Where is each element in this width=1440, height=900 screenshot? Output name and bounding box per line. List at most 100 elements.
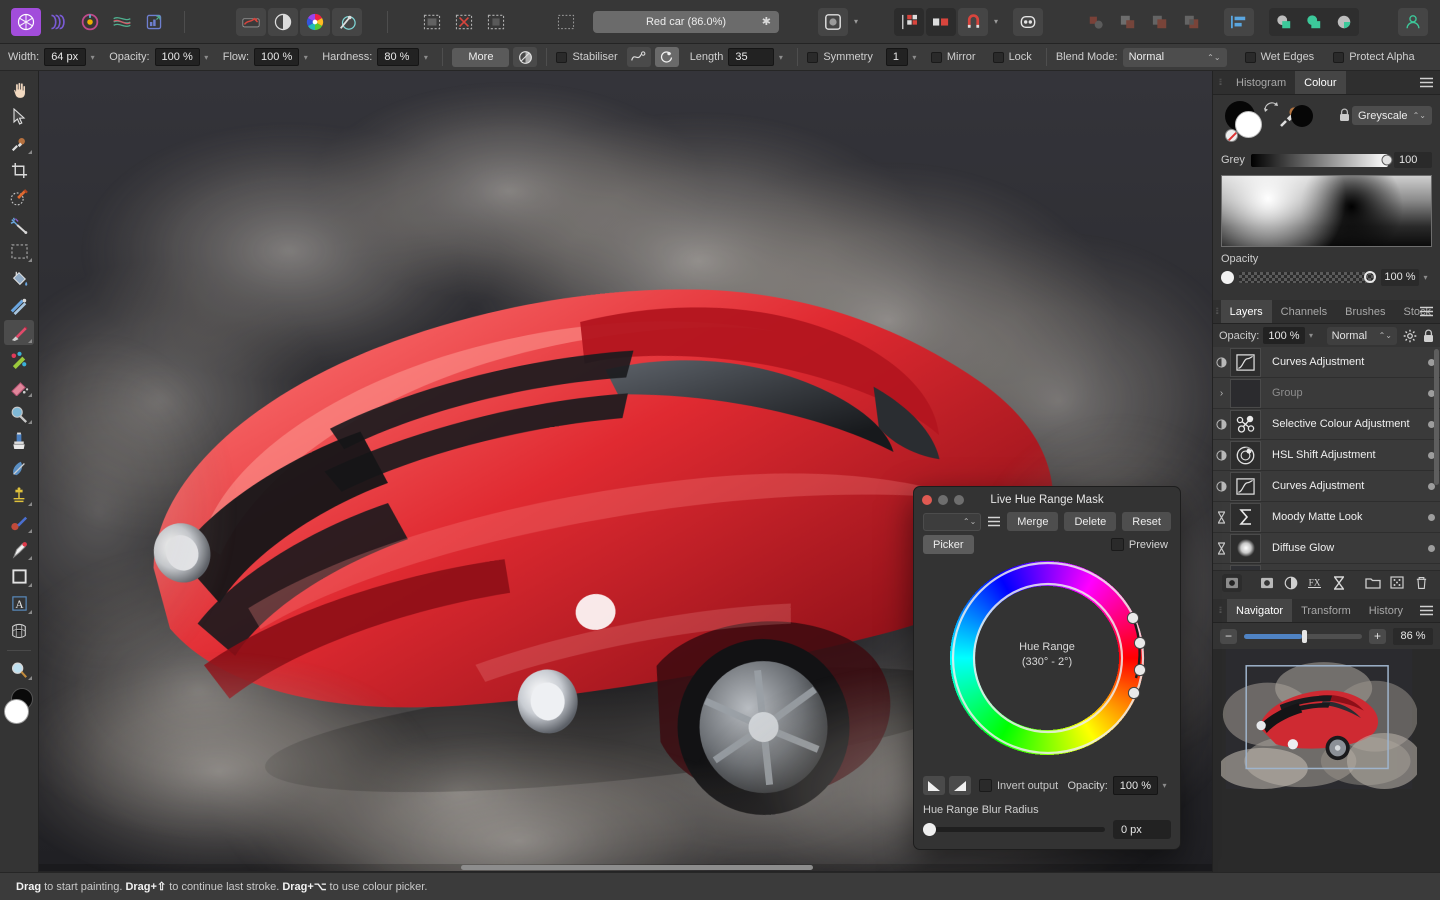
paint-brush-tool[interactable] <box>4 320 34 345</box>
ramp-up-icon[interactable] <box>949 776 971 795</box>
more-button[interactable]: More <box>452 47 510 67</box>
zoom-tool[interactable] <box>4 657 34 682</box>
gear-icon[interactable] <box>1403 329 1417 343</box>
delete-button[interactable]: Delete <box>1064 512 1117 531</box>
length-chevron-down-icon[interactable]: ▾ <box>774 48 787 66</box>
tab-colour[interactable]: Colour <box>1295 71 1346 94</box>
window-stabiliser-icon[interactable] <box>654 47 679 67</box>
boolean-subtract-icon[interactable] <box>1113 8 1143 36</box>
deselect-icon[interactable] <box>449 8 479 36</box>
arrange-front-icon[interactable] <box>894 7 924 36</box>
layer-row[interactable]: HSL Shift Adjustment <box>1213 440 1440 471</box>
colour-gradient-field[interactable] <box>1221 175 1432 247</box>
reset-button[interactable]: Reset <box>1122 512 1171 531</box>
foreground-background-colour-swatches[interactable] <box>2 688 36 728</box>
colour-picker-tool[interactable] <box>4 131 34 156</box>
liquify-persona-icon[interactable] <box>43 8 73 36</box>
flood-select-tool[interactable] <box>4 212 34 237</box>
layer-row[interactable]: Selective Colour Adjustment <box>1213 409 1440 440</box>
arrange-rotate-icon[interactable] <box>1329 8 1359 36</box>
flow-chevron-down-icon[interactable]: ▾ <box>299 48 312 66</box>
secondary-colour-swatch[interactable] <box>1291 105 1313 127</box>
new-group-button[interactable] <box>1363 574 1383 592</box>
affinity-photo-logo-icon[interactable] <box>11 7 41 36</box>
layer-type-icon[interactable] <box>1213 449 1230 461</box>
zoom-in-button[interactable]: + <box>1369 628 1386 644</box>
colour-opacity-knob[interactable] <box>1364 270 1376 283</box>
colour-foreground-swatch[interactable] <box>1235 111 1262 138</box>
colour-model-select[interactable]: Greyscale ⌃⌄ <box>1352 106 1432 125</box>
ramp-down-icon[interactable] <box>923 776 945 795</box>
navigator-panel-menu-icon[interactable] <box>1419 599 1434 622</box>
lock-icon[interactable] <box>1339 108 1350 122</box>
tab-history[interactable]: History <box>1360 599 1412 622</box>
fx-button[interactable]: FX <box>1305 574 1325 592</box>
dialog-opacity-chevron-down-icon[interactable]: ▾ <box>1158 777 1171 795</box>
layers-blend-mode-select[interactable]: Normal ⌃⌄ <box>1326 326 1397 345</box>
no-colour-swatch[interactable] <box>1225 129 1238 142</box>
grey-channel-slider[interactable] <box>1251 153 1393 167</box>
colour-replacement-brush-tool[interactable] <box>4 347 34 372</box>
crop-tool[interactable] <box>4 158 34 183</box>
layer-type-icon[interactable] <box>1213 418 1230 430</box>
grey-channel-value[interactable]: 100 <box>1394 152 1432 168</box>
snapping-chevron-down-icon[interactable]: ▾ <box>849 9 863 35</box>
colour-opacity-value[interactable]: 100 % <box>1381 268 1419 286</box>
layer-row[interactable]: ›Group <box>1213 564 1440 570</box>
gradient-tool[interactable] <box>4 293 34 318</box>
flow-input[interactable]: 100 % <box>254 48 300 66</box>
layer-type-icon[interactable] <box>1213 356 1230 368</box>
layer-row[interactable]: Diffuse Glow <box>1213 533 1440 564</box>
tab-brushes[interactable]: Brushes <box>1336 300 1394 323</box>
tab-transform[interactable]: Transform <box>1292 599 1360 622</box>
preview-checkbox[interactable] <box>1110 538 1124 551</box>
layer-row[interactable]: Curves Adjustment <box>1213 347 1440 378</box>
erase-brush-tool[interactable] <box>4 374 34 399</box>
live-hue-range-mask-dialog[interactable]: Live Hue Range Mask ⌃⌄ Merge Delete Rese… <box>913 486 1181 850</box>
flood-fill-tool[interactable] <box>4 266 34 291</box>
magnet-icon[interactable] <box>958 7 988 36</box>
selection-brush-tool[interactable] <box>4 185 34 210</box>
panel-grip-icon[interactable]: ⦙⦙ <box>1213 71 1227 94</box>
layer-type-icon[interactable]: › <box>1213 388 1230 399</box>
align-icon[interactable] <box>1224 7 1254 36</box>
artistic-text-tool[interactable]: A <box>4 591 34 616</box>
invert-output-checkbox[interactable] <box>979 779 992 792</box>
pixel-selection-icon[interactable] <box>417 8 447 36</box>
arrange-bring-front-icon[interactable] <box>1269 8 1299 36</box>
opacity-chevron-down-icon[interactable]: ▾ <box>200 48 213 66</box>
layer-visibility-toggle[interactable] <box>1422 544 1440 552</box>
colour-opacity-slider[interactable] <box>1239 270 1376 283</box>
boolean-add-icon[interactable] <box>1081 8 1111 36</box>
hue-range-blur-value[interactable]: 0 px <box>1113 820 1171 839</box>
layer-type-icon[interactable] <box>1213 541 1230 555</box>
length-input[interactable]: 35 <box>728 48 775 66</box>
move-tool[interactable] <box>4 104 34 129</box>
layers-opacity-input[interactable]: 100 % <box>1263 327 1305 344</box>
view-tool[interactable] <box>4 77 34 102</box>
arrange-send-back-icon[interactable] <box>1299 8 1329 36</box>
rope-stabiliser-icon[interactable] <box>626 47 651 67</box>
inpainting-brush-tool[interactable] <box>4 455 34 480</box>
zoom-slider[interactable] <box>1244 629 1362 643</box>
tab-navigator[interactable]: Navigator <box>1227 599 1293 622</box>
symmetry-count-input[interactable]: 1 <box>885 48 908 66</box>
preset-select[interactable]: ⌃⌄ <box>923 512 982 531</box>
layer-type-icon[interactable] <box>1213 480 1230 492</box>
smudge-brush-tool[interactable] <box>4 483 34 508</box>
tab-layers[interactable]: Layers <box>1220 300 1272 323</box>
colour-panel-menu-icon[interactable] <box>1419 71 1434 94</box>
live-filter-layer-button[interactable] <box>1329 574 1349 592</box>
export-persona-icon[interactable] <box>139 8 169 36</box>
preset-menu-icon[interactable] <box>987 516 1001 527</box>
layers-opacity-chevron-down-icon[interactable]: ▾ <box>1305 327 1318 345</box>
adjustment-icon[interactable] <box>268 7 298 36</box>
hue-range-wheel[interactable]: Hue Range (330° - 2°) <box>914 554 1180 764</box>
clone-brush-tool[interactable] <box>4 428 34 453</box>
zoom-level-value[interactable]: 86 % <box>1393 627 1433 645</box>
width-chevron-down-icon[interactable]: ▾ <box>86 48 99 66</box>
layers-panel-grip-icon[interactable]: ⦙⦙ <box>1213 300 1221 323</box>
marquee-tool[interactable] <box>4 239 34 264</box>
mask-button[interactable] <box>1257 574 1277 592</box>
assistant-robot-icon[interactable] <box>1013 7 1043 36</box>
